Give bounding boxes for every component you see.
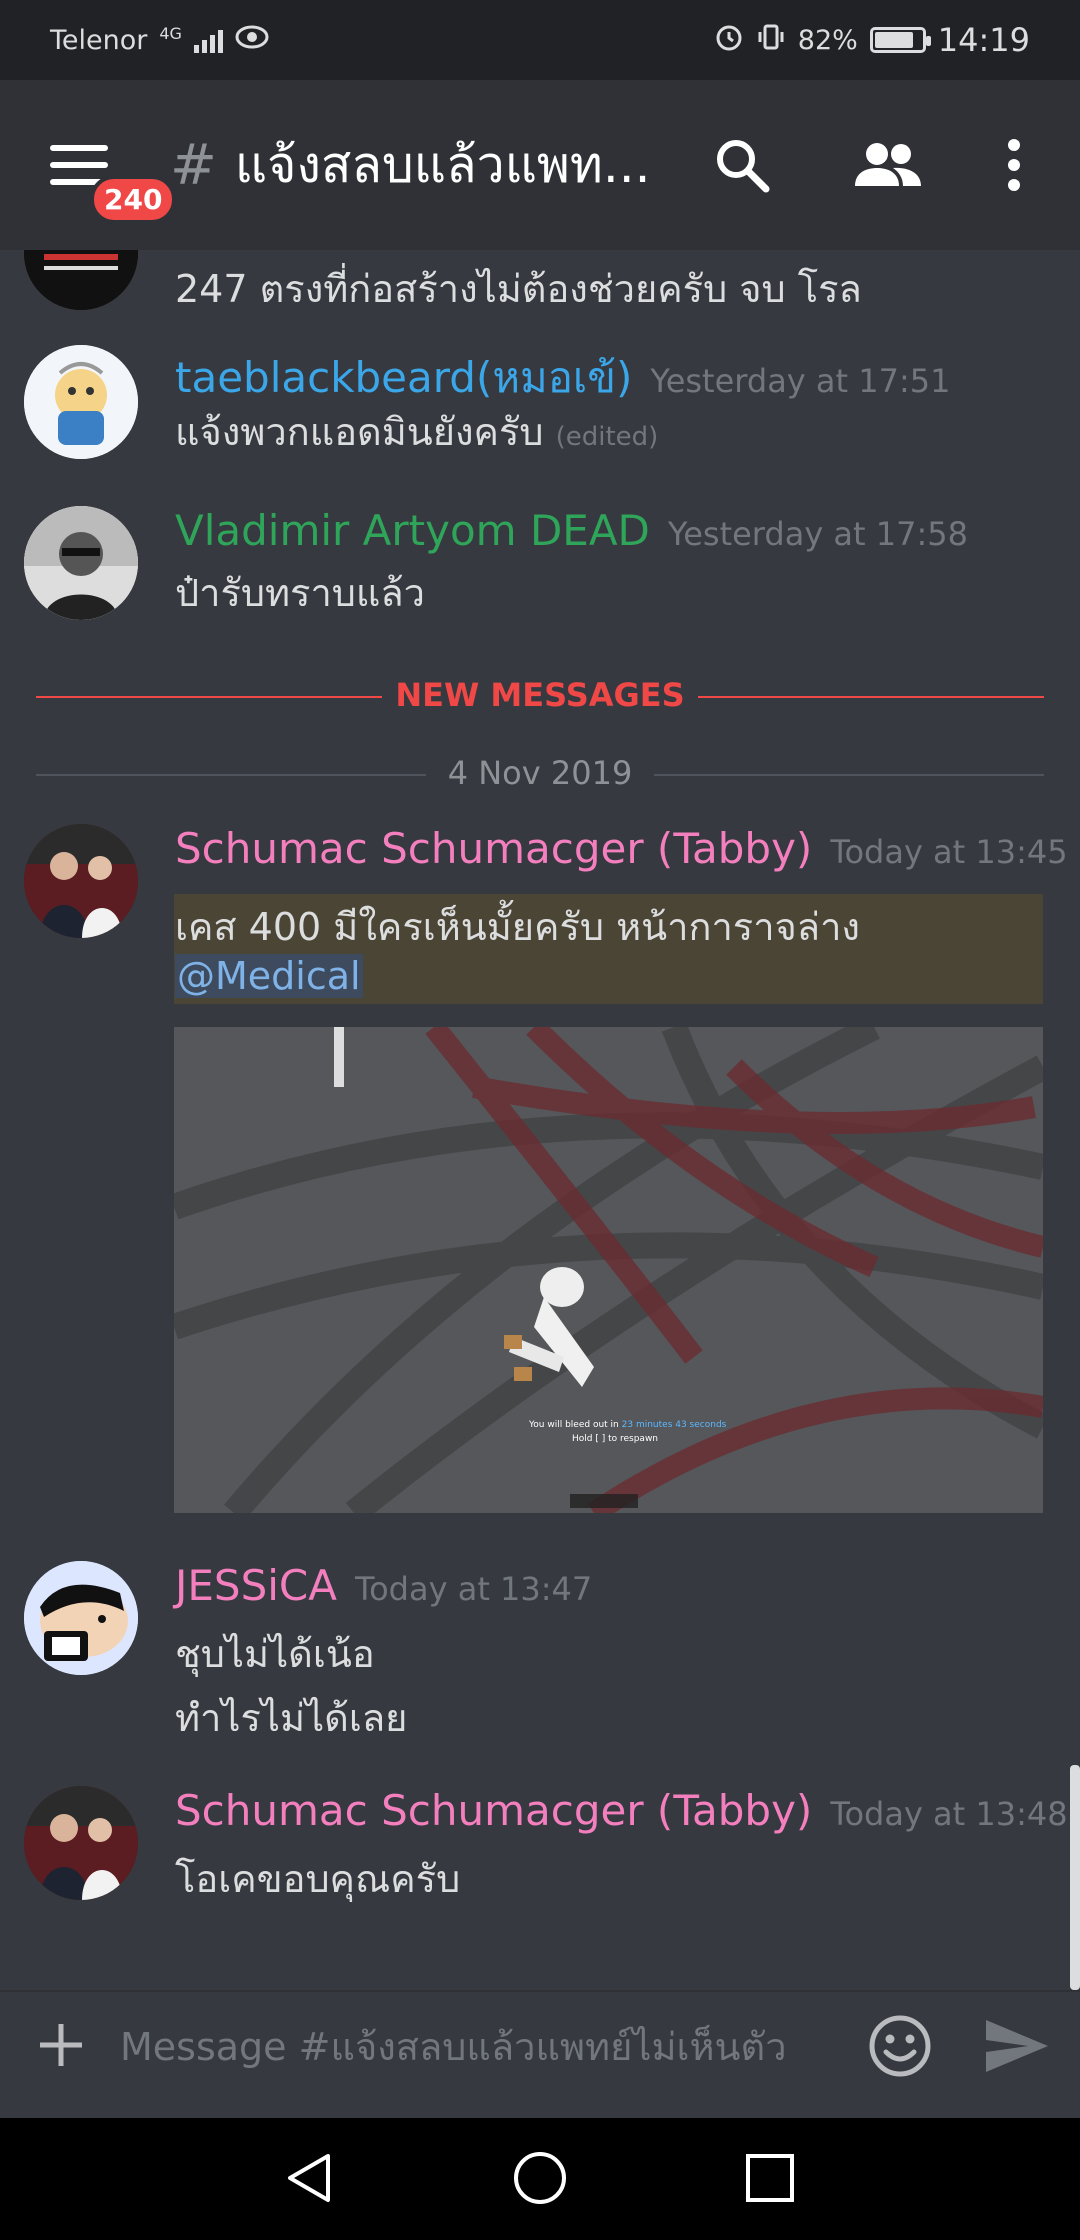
edited-tag: (edited) bbox=[555, 422, 659, 452]
message-text: เคส 400 มีใครเห็นมั้ยครับ หน้าการาจล่าง bbox=[175, 905, 860, 949]
avatar[interactable] bbox=[24, 506, 138, 620]
message-timestamp: Today at 13:47 bbox=[354, 1570, 593, 1608]
avatar[interactable] bbox=[24, 345, 138, 459]
bleedout-text: You will bleed out in bbox=[528, 1420, 619, 1430]
image-attachment[interactable]: You will bleed out in 23 minutes 43 seco… bbox=[174, 1027, 1043, 1513]
message-text: ทำไรไม่ได้เลย bbox=[175, 1696, 408, 1740]
avatar[interactable] bbox=[24, 824, 138, 938]
home-icon[interactable] bbox=[510, 2148, 570, 2208]
members-icon[interactable] bbox=[848, 125, 928, 205]
message-text: 247 ตรงที่ก่อสร้างไม่ต้องช่วยครับ จบ โรล bbox=[175, 267, 862, 311]
search-icon[interactable] bbox=[702, 125, 782, 205]
new-messages-label: NEW MESSAGES bbox=[395, 676, 685, 714]
battery-icon bbox=[869, 27, 931, 53]
message-author[interactable]: Vladimir Artyom DEAD Yesterday at 17:58 bbox=[175, 506, 968, 555]
plus-icon[interactable] bbox=[36, 2020, 86, 2070]
date-divider: 4 Nov 2019 bbox=[36, 754, 1044, 794]
message-composer bbox=[0, 1990, 1080, 2118]
emoji-icon[interactable] bbox=[866, 2012, 934, 2080]
eye-icon bbox=[235, 24, 269, 57]
status-bar: Telenor 4G 82% 14:19 bbox=[0, 0, 1080, 80]
scrollbar[interactable] bbox=[1070, 1765, 1080, 1990]
message-text: แจ้งพวกแอดมินยังครับ (edited) bbox=[175, 401, 658, 462]
role-mention[interactable]: @Medical bbox=[175, 954, 363, 998]
author-name[interactable]: taeblackbeard(หมอเข้) bbox=[175, 353, 632, 402]
bleedout-timer: 23 minutes 43 seconds bbox=[622, 1420, 727, 1430]
message-text: โอเคขอบคุณครับ bbox=[175, 1857, 461, 1901]
message-text-line2: @Medical bbox=[175, 954, 363, 998]
clock: 14:19 bbox=[937, 21, 1030, 59]
author-name[interactable]: Schumac Schumacger (Tabby) bbox=[175, 1786, 812, 1835]
respawn-text: Hold [ ] to respawn bbox=[572, 1434, 658, 1444]
message-author[interactable]: Schumac Schumacger (Tabby) Today at 13:45 bbox=[175, 824, 1068, 873]
battery-percent: 82% bbox=[797, 24, 858, 56]
signal-icon bbox=[193, 27, 223, 53]
date-divider-label: 4 Nov 2019 bbox=[447, 754, 633, 792]
avatar[interactable] bbox=[24, 250, 138, 310]
avatar[interactable] bbox=[24, 1561, 138, 1675]
hamburger-icon[interactable]: 240 bbox=[50, 135, 177, 224]
message-body: แจ้งพวกแอดมินยังครับ bbox=[175, 410, 544, 454]
system-nav-bar bbox=[0, 2118, 1080, 2240]
hash-icon: # bbox=[170, 132, 217, 198]
message-timestamp: Today at 13:48 bbox=[830, 1795, 1068, 1833]
back-icon[interactable] bbox=[280, 2148, 340, 2208]
message-timestamp: Yesterday at 17:51 bbox=[650, 362, 951, 400]
message-author[interactable]: JESSiCA Today at 13:47 bbox=[175, 1561, 592, 1610]
author-name[interactable]: Vladimir Artyom DEAD bbox=[175, 506, 650, 555]
message-list[interactable]: 247 ตรงที่ก่อสร้างไม่ต้องช่วยครับ จบ โรล… bbox=[0, 250, 1080, 1990]
author-name[interactable]: Schumac Schumacger (Tabby) bbox=[175, 824, 812, 873]
carrier-name: Telenor bbox=[50, 24, 148, 56]
message-text: ป๋ารับทราบแล้ว bbox=[175, 571, 426, 615]
message-timestamp: Yesterday at 17:58 bbox=[667, 515, 968, 553]
recents-icon[interactable] bbox=[740, 2148, 800, 2208]
author-name[interactable]: JESSiCA bbox=[175, 1561, 337, 1610]
message-timestamp: Today at 13:45 bbox=[830, 833, 1068, 871]
svg-text:You will bleed out in 23 minut: You will bleed out in 23 minutes 43 seco… bbox=[528, 1420, 727, 1430]
message-author[interactable]: Schumac Schumacger (Tabby) Today at 13:48 bbox=[175, 1786, 1068, 1835]
message-input[interactable] bbox=[120, 2012, 820, 2082]
new-messages-divider: NEW MESSAGES bbox=[36, 676, 1044, 716]
unread-badge: 240 bbox=[90, 175, 177, 224]
message-text: ชุบไม่ได้เน้อ bbox=[175, 1632, 375, 1676]
avatar[interactable] bbox=[24, 1786, 138, 1900]
network-type: 4G bbox=[159, 23, 182, 43]
alarm-icon bbox=[714, 22, 744, 59]
send-icon[interactable] bbox=[982, 2014, 1052, 2078]
channel-header: 240 # แจ้งสลบแล้วแพท... bbox=[0, 80, 1080, 250]
more-vert-icon[interactable] bbox=[974, 125, 1054, 205]
vibrate-icon bbox=[756, 22, 786, 59]
channel-title[interactable]: แจ้งสลบแล้วแพท... bbox=[235, 126, 695, 205]
